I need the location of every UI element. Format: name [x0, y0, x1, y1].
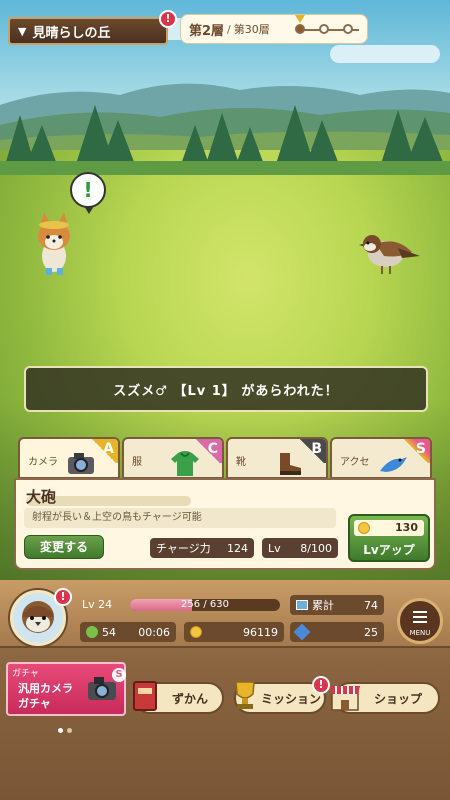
encounter-message: スズメ♂ 【Lv 1】 があらわれた！ — [24, 366, 428, 412]
stamina-chip: 54 00:06 — [80, 622, 176, 642]
coin-value: 96119 — [243, 625, 278, 639]
gacha-tag: ガチャ — [12, 669, 39, 679]
menu-button[interactable]: MENU — [397, 598, 443, 644]
coin-chip: 96119 — [184, 622, 284, 642]
bird-accessory-icon — [380, 457, 407, 472]
gacha-name-line2: ガチャ — [18, 697, 51, 710]
boots-icon — [280, 453, 301, 475]
alert-speech-bubble: ! — [70, 172, 106, 214]
tab-label: カメラ — [28, 457, 58, 468]
stamina-icon — [86, 626, 98, 638]
tab-clothes[interactable]: 服 C — [122, 437, 224, 479]
tab-camera[interactable]: カメラ A — [18, 437, 120, 479]
coin-icon — [358, 522, 370, 534]
grade-s-badge: S — [112, 668, 126, 682]
player-status-bar: ! Lv 24 256 / 630 累計 74 54 00:06 96119 2… — [0, 580, 450, 648]
gem-value: 25 — [364, 625, 378, 639]
level-label: Lv — [268, 541, 281, 555]
total-value: 74 — [364, 598, 378, 612]
camera-icon — [68, 453, 94, 474]
total-floors: 第30層 — [233, 23, 270, 36]
album-icon — [296, 600, 308, 610]
total-label: 累計 — [312, 599, 334, 612]
hoodie-icon — [171, 451, 199, 476]
charge-power-value: 124 — [227, 541, 248, 555]
current-floor: 第2層 — [189, 23, 225, 39]
floor-separator: / — [227, 22, 231, 36]
stamina-value: 54 — [102, 625, 116, 639]
level-value: 8/100 — [300, 541, 332, 555]
equipment-level-stat: Lv 8/100 — [262, 538, 338, 558]
menu-icon — [413, 611, 427, 626]
location-name: 見晴らしの丘 — [32, 25, 111, 41]
menu-label: MENU — [409, 629, 431, 637]
encyclopedia-button[interactable]: ずかん — [133, 681, 224, 714]
page-indicator — [58, 718, 76, 737]
gacha-name-line1: 汎用カメラ — [18, 682, 73, 695]
page-dot — [67, 728, 72, 733]
mission-label: ミッション — [260, 691, 321, 706]
field-scene: ▼ 見晴らしの丘 ! 第2層 / 第30層 ! スズメ♂ 【Lv 1】 があらわ… — [0, 0, 450, 580]
tab-label: アクセ — [340, 457, 370, 468]
progress-node — [295, 24, 305, 34]
encyclopedia-label: ずかん — [171, 691, 208, 706]
avatar-alert-badge: ! — [54, 588, 72, 606]
tab-label: 靴 — [236, 457, 246, 468]
total-count-chip: 累計 74 — [290, 595, 384, 615]
floor-progress-panel: 第2層 / 第30層 — [180, 14, 368, 44]
coin-icon — [190, 626, 202, 638]
gacha-banner-button[interactable]: ガチャ 汎用カメラ ガチャ S — [6, 662, 126, 716]
gem-icon — [293, 623, 311, 641]
dog-character[interactable] — [30, 208, 78, 278]
game-screen: ▼ 見晴らしの丘 ! 第2層 / 第30層 ! スズメ♂ 【Lv 1】 があらわ… — [0, 0, 450, 800]
equipment-description: 射程が長い＆上空の鳥もチャージ可能 — [24, 508, 336, 528]
level-up-button[interactable]: 130 Lvアップ — [348, 514, 430, 562]
tab-accessory[interactable]: アクセ S — [330, 437, 432, 479]
tab-label: 服 — [132, 457, 142, 468]
exp-text: 256 / 630 — [181, 599, 229, 610]
equipment-detail-panel: 大砲 射程が長い＆上空の鳥もチャージ可能 変更する チャージ力 124 Lv 8… — [14, 478, 436, 570]
tab-shoes[interactable]: 靴 B — [226, 437, 328, 479]
sparrow-bird[interactable] — [356, 228, 422, 276]
gem-chip: 25 — [290, 622, 384, 642]
shop-icon — [330, 686, 360, 711]
shop-label: ショップ — [373, 691, 422, 706]
location-alert-badge: ! — [159, 10, 177, 28]
charge-power-stat: チャージ力 124 — [150, 538, 254, 558]
progress-flag-icon — [295, 15, 305, 23]
change-equipment-button[interactable]: 変更する — [24, 535, 104, 559]
tree-line — [0, 105, 450, 175]
equipment-name: 大砲 — [26, 488, 57, 506]
player-level: Lv 24 — [82, 598, 113, 611]
page-dot — [58, 728, 63, 733]
trophy-icon — [235, 681, 255, 709]
shop-button[interactable]: ショップ — [330, 682, 440, 714]
exp-bar: 256 / 630 — [130, 599, 280, 611]
book-icon — [133, 681, 157, 711]
level-up-label: Lvアップ — [363, 543, 415, 557]
progress-node — [319, 24, 329, 34]
encounter-message-text: スズメ♂ 【Lv 1】 があらわれた！ — [113, 383, 339, 399]
dropdown-triangle-icon: ▼ — [18, 24, 27, 38]
stamina-timer: 00:06 — [138, 625, 170, 639]
progress-node — [343, 24, 353, 34]
charge-power-label: チャージ力 — [156, 542, 211, 555]
location-button[interactable]: ▼ 見晴らしの丘 — [8, 17, 168, 45]
